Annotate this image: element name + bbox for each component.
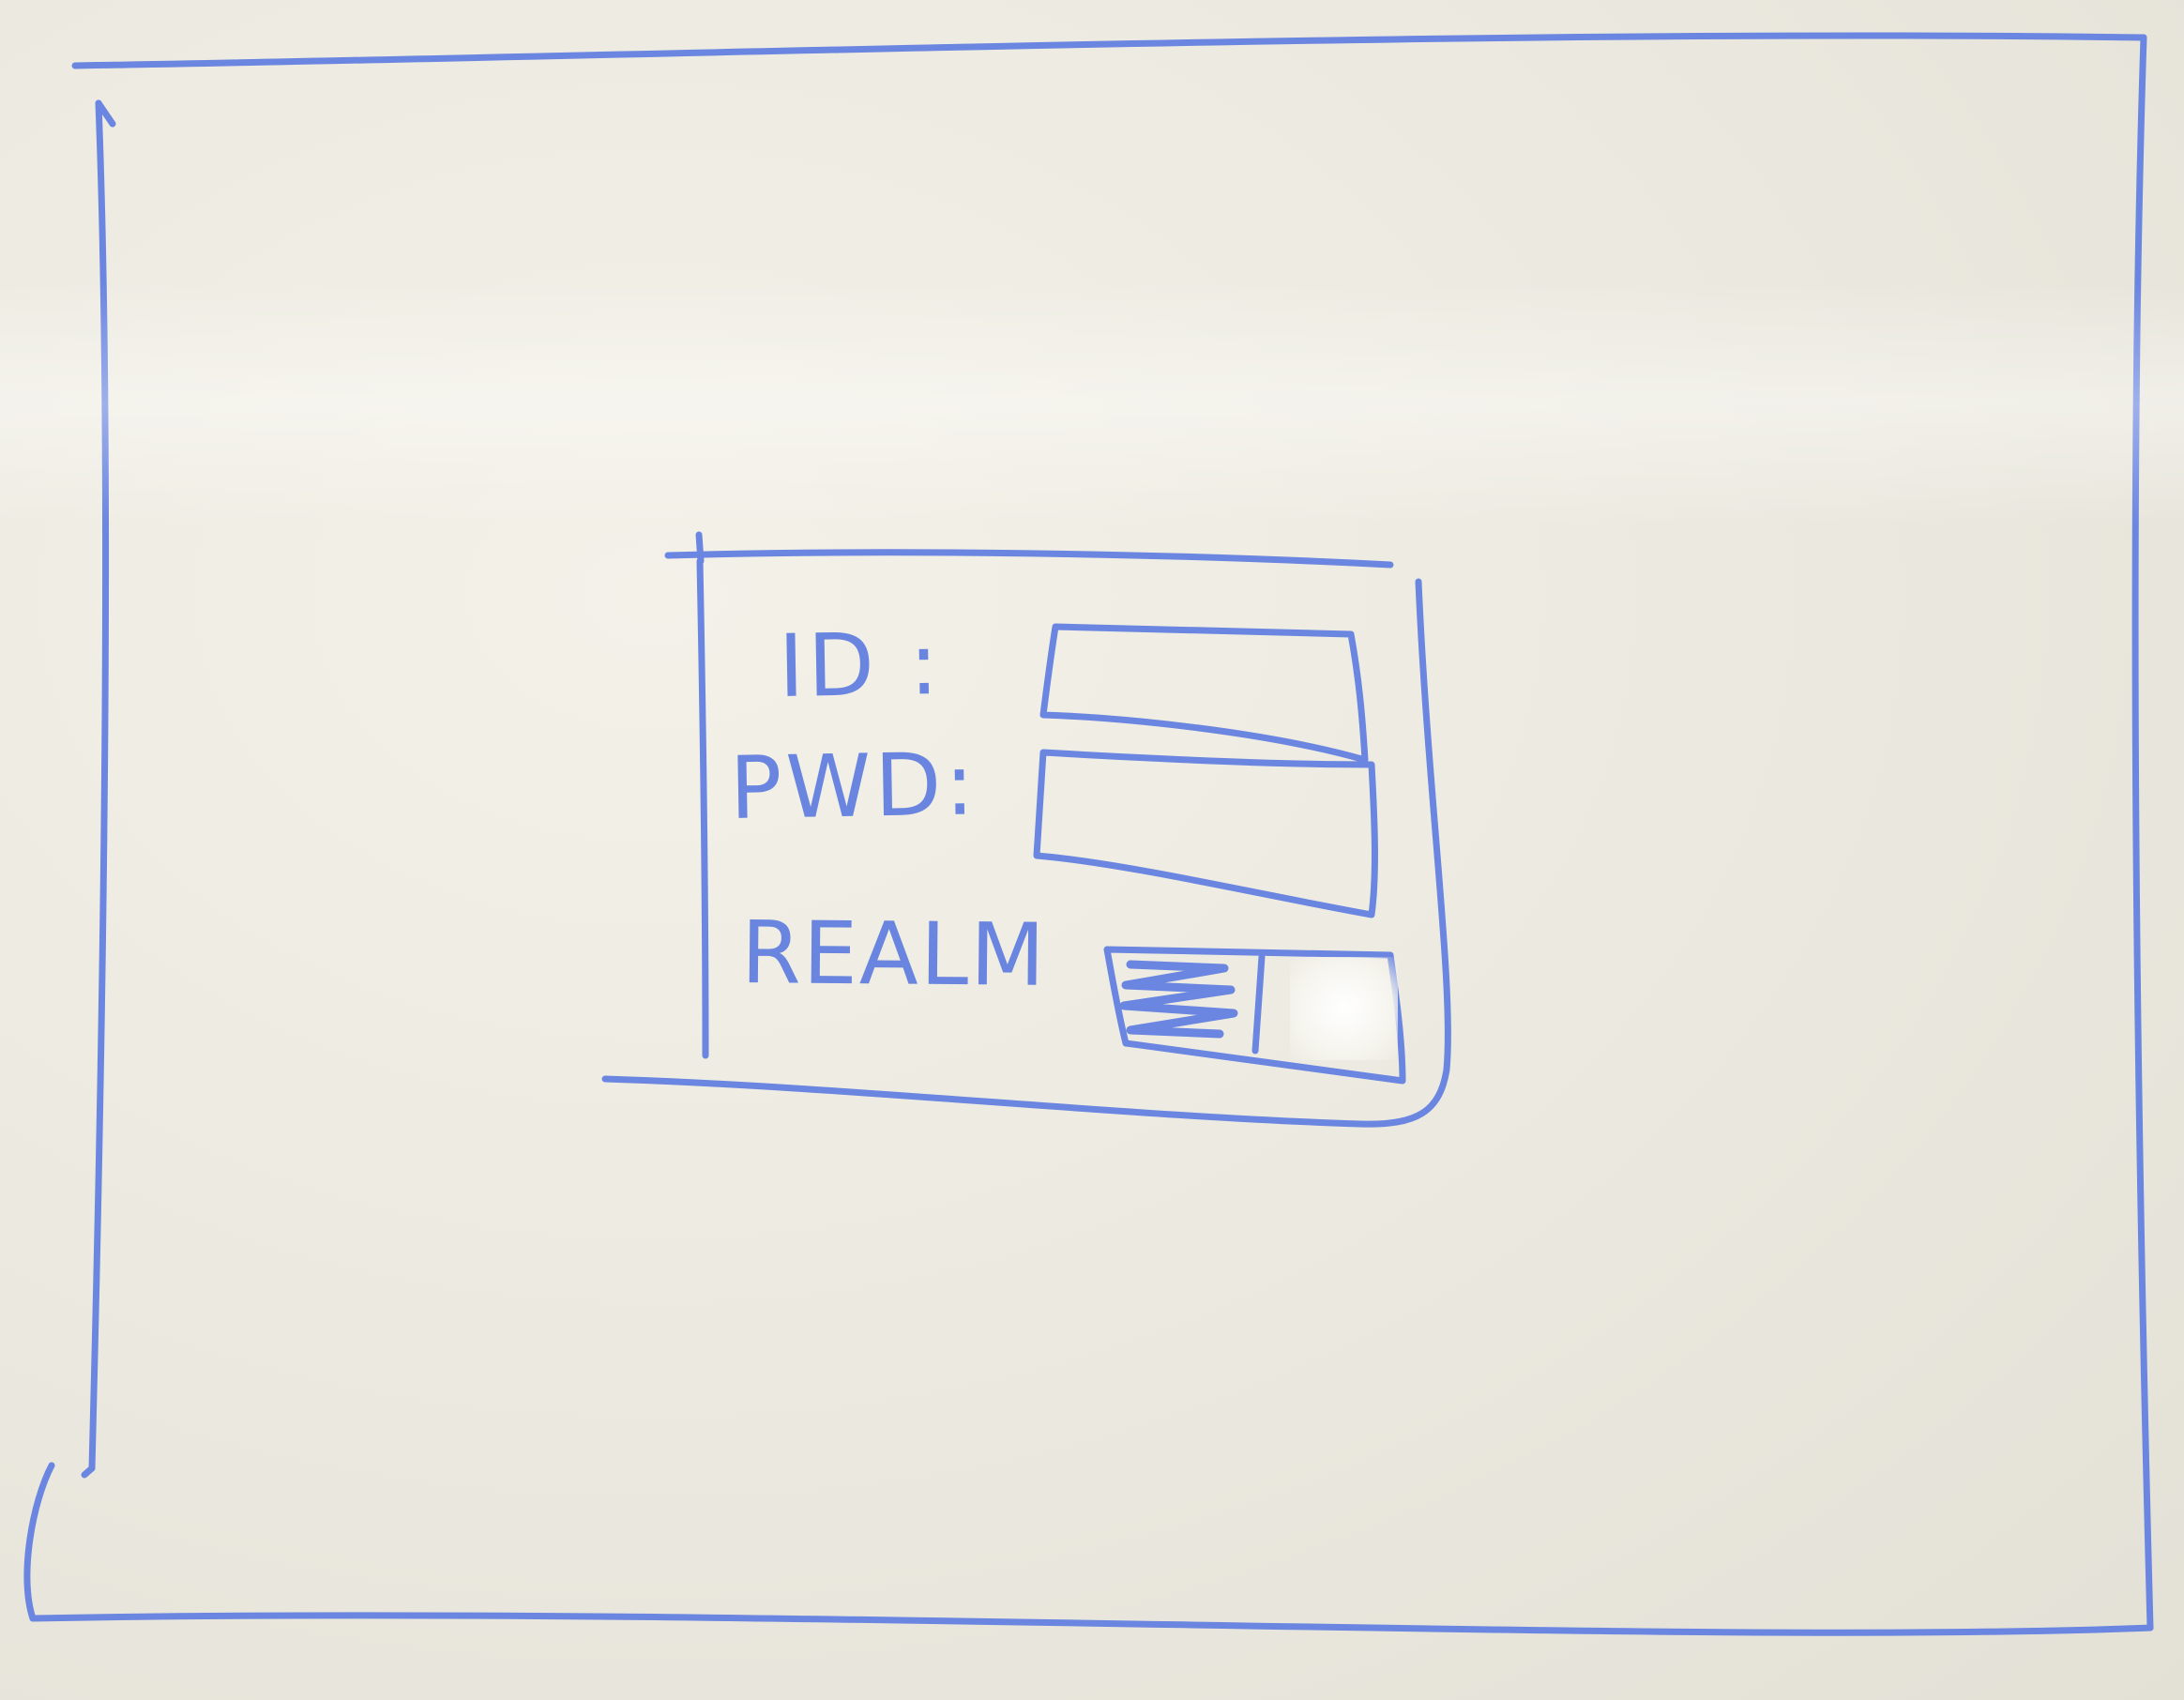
dialog-frame-top-tick [695,531,705,565]
realm-select[interactable] [1098,952,1403,1074]
pwd-label: PWD: [729,734,979,839]
dialog-frame-left [696,557,709,1059]
whiteboard-sketch: ID : PWD: REALM [0,0,2184,1700]
window-frame-right [2131,34,2154,1632]
window-frame-bottom [29,1612,2154,1636]
window-frame-left [88,99,110,1472]
window-frame-bottom-left-hook [23,1462,55,1622]
id-label: ID : [778,613,944,717]
dialog-frame-top [664,549,1394,569]
window-frame-bottom-left-tick [81,1465,96,1479]
realm-label: REALM [740,903,1048,1006]
id-input[interactable] [1046,633,1373,724]
dialog-frame-bottom [601,1075,1364,1128]
window-frame-top [71,32,2147,69]
pwd-input[interactable] [1037,755,1378,912]
